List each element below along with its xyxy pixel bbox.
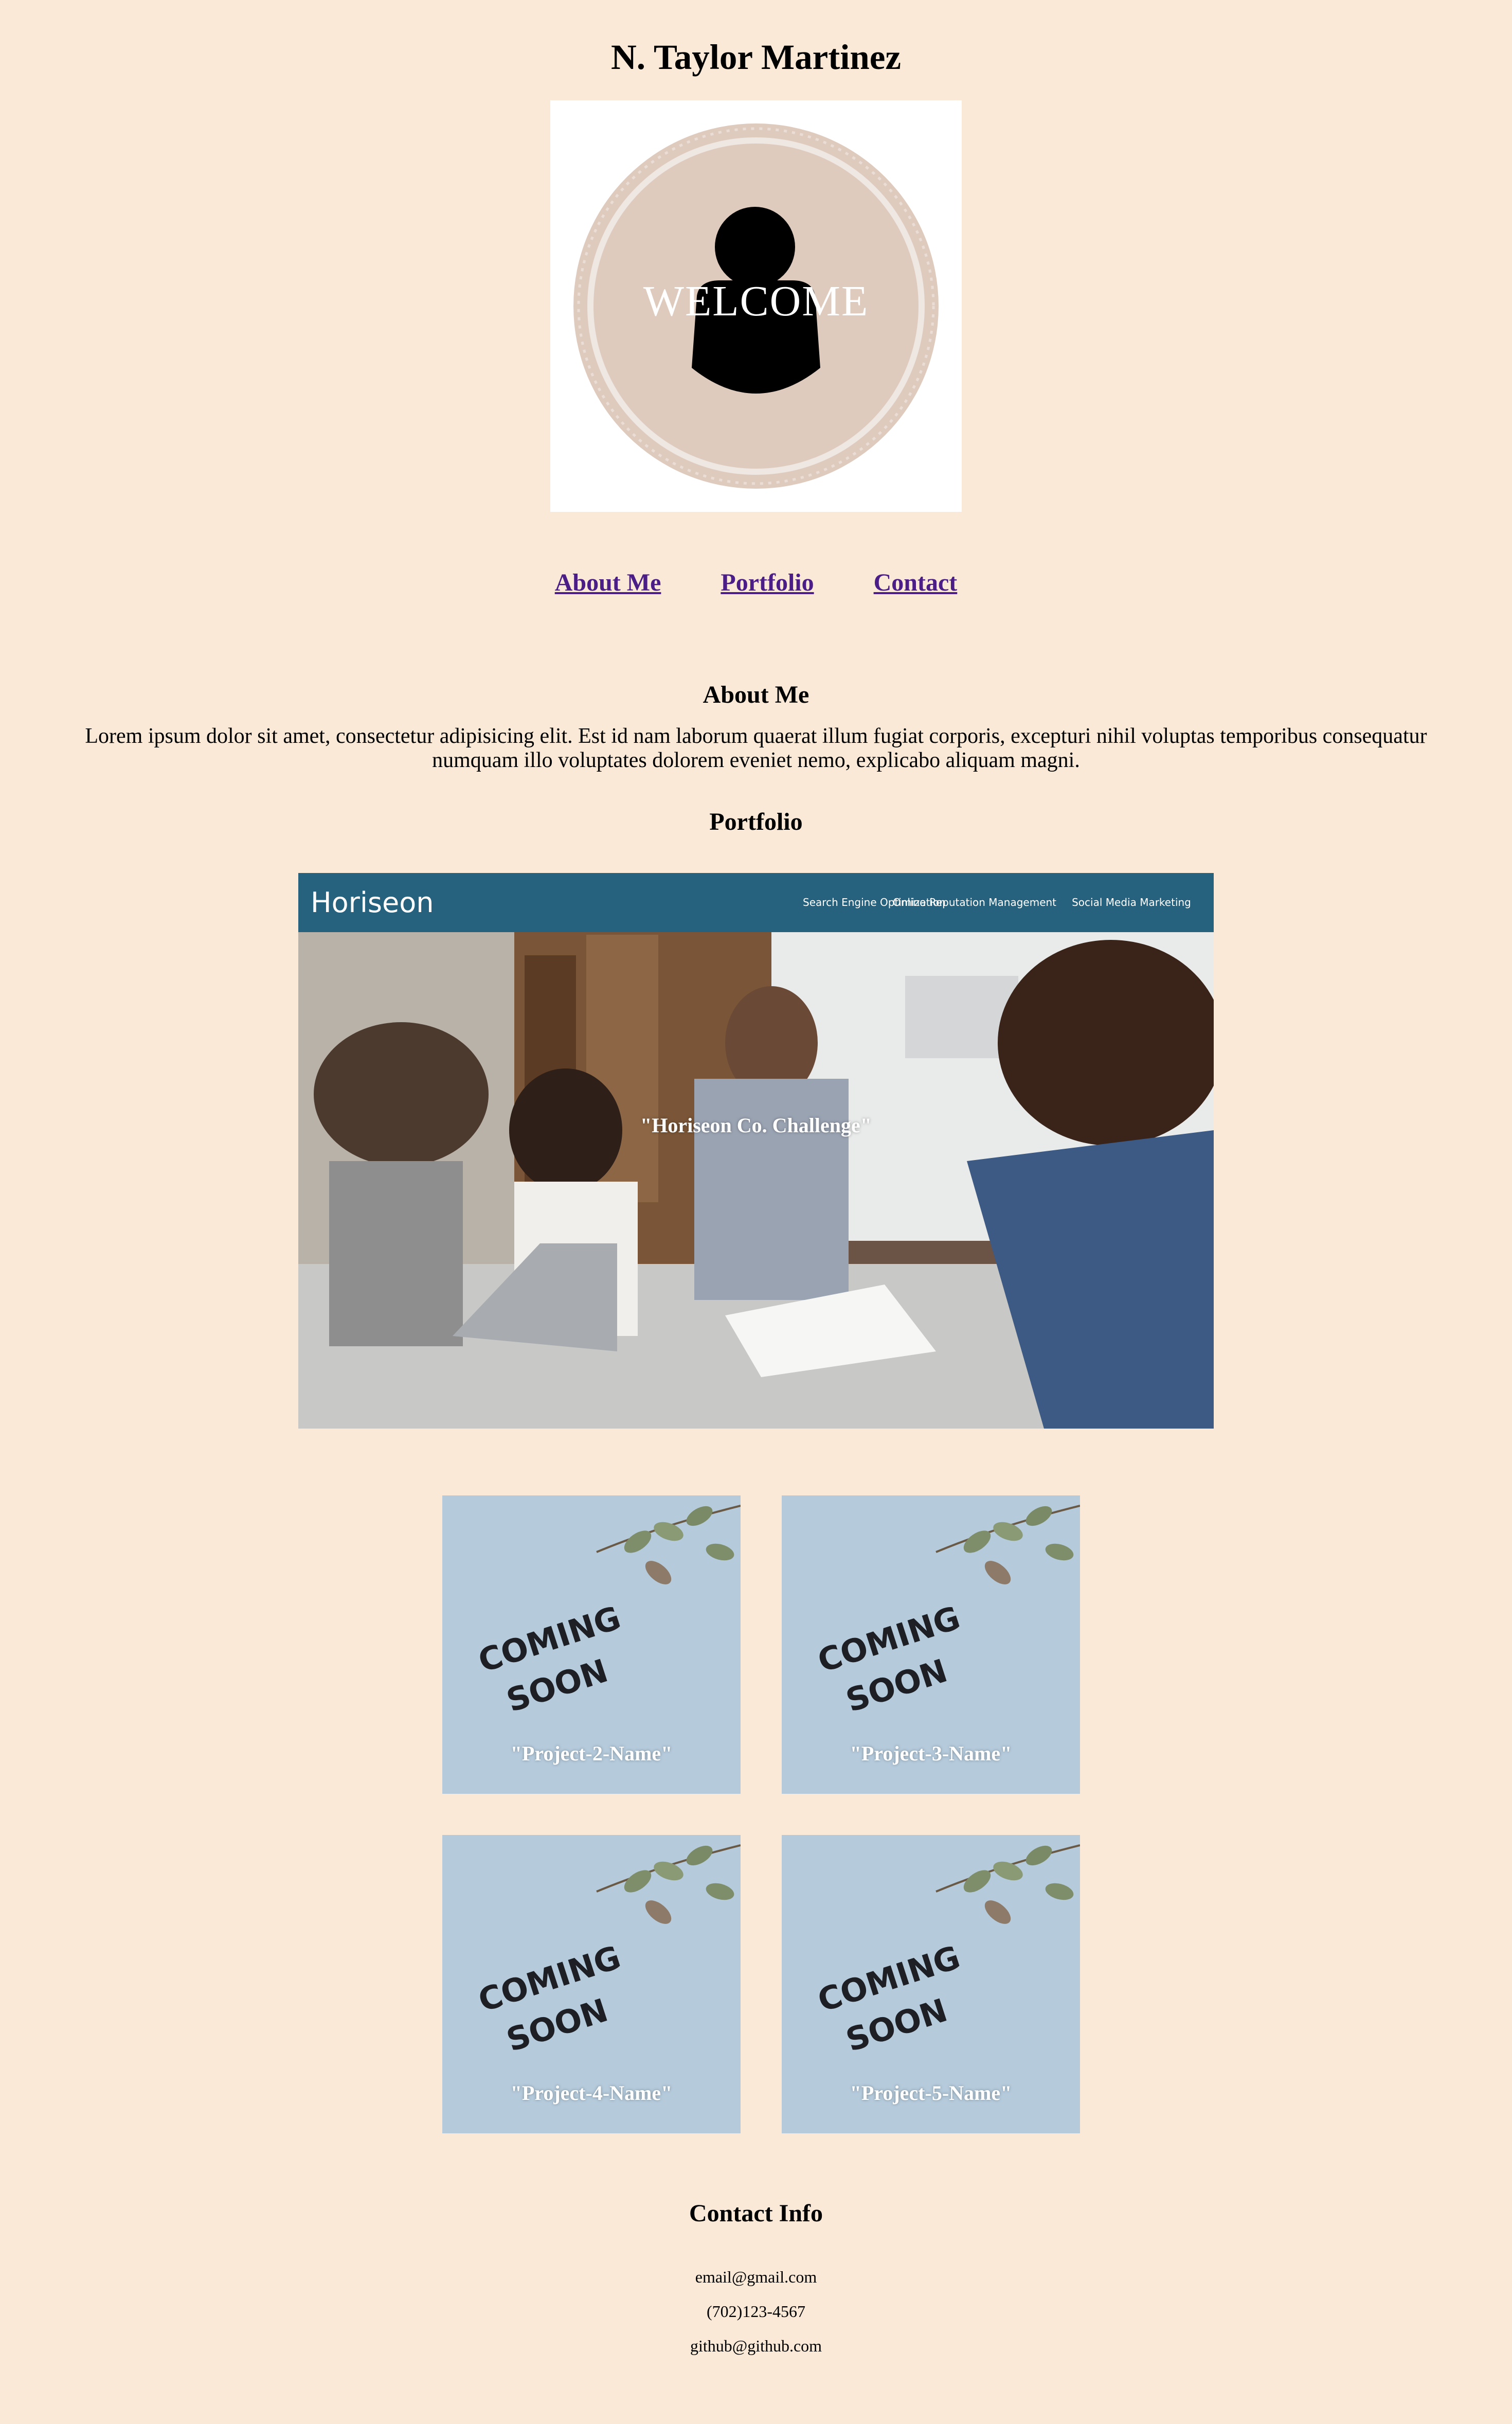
- project-card[interactable]: COMING SOON "Project-2-Name": [442, 1495, 741, 1794]
- nav-about-me[interactable]: About Me: [555, 569, 661, 596]
- site-title: N. Taylor Martinez: [610, 38, 902, 77]
- contact-email: email@gmail.com: [695, 2268, 817, 2286]
- nav-contact[interactable]: Contact: [874, 569, 958, 596]
- svg-text:Online Reputation Management: Online Reputation Management: [893, 896, 1056, 908]
- project-card[interactable]: COMING SOON "Project-5-Name": [782, 1835, 1080, 2133]
- portfolio-heading: Portfolio: [709, 808, 803, 835]
- contact-heading: Contact Info: [689, 2200, 823, 2227]
- about-heading: About Me: [703, 681, 809, 708]
- welcome-avatar-image: WELCOME: [550, 100, 962, 512]
- nav-portfolio[interactable]: Portfolio: [721, 569, 814, 596]
- horiseon-screenshot: Horiseon Search Engine Optimization Onli…: [298, 873, 1214, 1429]
- project-label: "Project-2-Name": [510, 1742, 673, 1765]
- avatar-welcome-text: WELCOME: [643, 277, 869, 325]
- horiseon-brand: Horiseon: [311, 886, 434, 919]
- contact-list: email@gmail.com (702)123-4567 github@git…: [0, 2260, 1512, 2363]
- about-text: Lorem ipsum dolor sit amet, consectetur …: [85, 724, 1427, 772]
- featured-project-card[interactable]: Horiseon Search Engine Optimization Onli…: [298, 873, 1214, 1429]
- contact-phone: (702)123-4567: [707, 2302, 805, 2321]
- main-nav: About Me Portfolio Contact: [0, 568, 1512, 597]
- project-label: "Project-4-Name": [510, 2081, 673, 2105]
- project-card[interactable]: COMING SOON "Project-3-Name": [782, 1495, 1080, 1794]
- featured-project-label: "Horiseon Co. Challenge": [640, 1114, 872, 1137]
- project-card[interactable]: COMING SOON "Project-4-Name": [442, 1835, 741, 2133]
- project-label: "Project-3-Name": [850, 1742, 1012, 1765]
- contact-github: github@github.com: [690, 2337, 822, 2355]
- project-label: "Project-5-Name": [850, 2081, 1012, 2105]
- svg-text:Social Media Marketing: Social Media Marketing: [1072, 896, 1191, 908]
